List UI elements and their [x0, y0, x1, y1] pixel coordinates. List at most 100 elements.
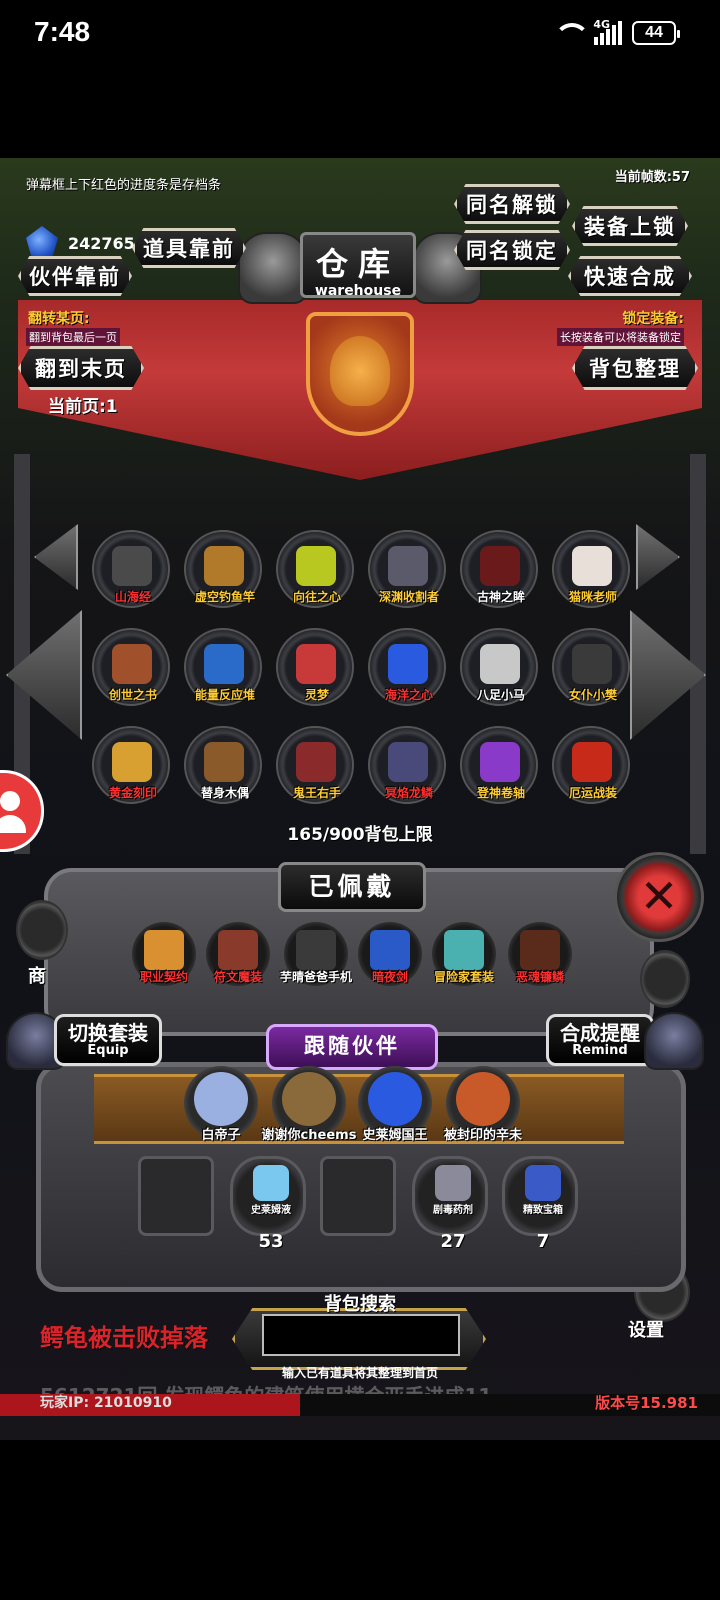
title-cn: 仓库	[315, 245, 400, 283]
last-page-button[interactable]: 翻到末页	[18, 346, 144, 390]
version-number: 版本号15.981	[595, 1394, 698, 1412]
inventory-slot[interactable]: 八足小马	[460, 628, 538, 706]
consumable-icon	[253, 1165, 289, 1201]
item-icon	[572, 644, 612, 684]
item-label: 虚空钓鱼竿	[194, 590, 255, 604]
item-icon	[572, 742, 612, 782]
partner-portrait-icon	[194, 1072, 248, 1126]
inventory-slot[interactable]: 猫咪老师	[552, 530, 630, 608]
status-icons: 44	[552, 18, 680, 48]
item-icon	[388, 742, 428, 782]
consumable-icon	[435, 1165, 471, 1201]
inventory-slot[interactable]: 海洋之心	[368, 628, 446, 706]
lion-icon	[330, 336, 390, 406]
inventory-slot[interactable]: 虚空钓鱼竿	[184, 530, 262, 608]
equipped-item-icon	[370, 930, 410, 970]
partner-portrait-icon	[282, 1072, 336, 1126]
quick-slot[interactable]: 精致宝箱 7	[502, 1156, 578, 1252]
search-hint: 输入已有道具将其整理到首页	[281, 1366, 438, 1380]
item-icon	[480, 742, 520, 782]
item-icon	[204, 546, 244, 586]
inventory-slot[interactable]: 登神卷轴	[460, 726, 538, 804]
item-label: 冥焰龙鳞	[384, 786, 433, 800]
partner-slot[interactable]: 被封印的辛未	[444, 1066, 522, 1143]
inventory-slot[interactable]: 替身木偶	[184, 726, 262, 804]
quick-slot[interactable]: 剧毒药剂 27	[412, 1156, 488, 1252]
equipped-item-icon	[296, 930, 336, 970]
item-label: 古神之眸	[476, 590, 525, 604]
consumable-icon	[525, 1165, 561, 1201]
item-label: 猫咪老师	[568, 590, 617, 604]
consumable-label: 史莱姆液	[251, 1205, 291, 1216]
item-icon	[112, 742, 152, 782]
switch-set-sub: Equip	[87, 1043, 129, 1058]
inventory-slot[interactable]: 创世之书	[92, 628, 170, 706]
inventory-slot[interactable]: 灵梦	[276, 628, 354, 706]
same-name-unlock-button[interactable]: 同名解锁	[454, 184, 570, 224]
partner-slot[interactable]: 白帝子	[184, 1066, 258, 1143]
inventory-slot[interactable]: 向往之心	[276, 530, 354, 608]
item-label: 登神卷轴	[476, 786, 525, 800]
equipped-slot[interactable]: 恶魂镰鳞	[508, 922, 572, 986]
quick-merge-button[interactable]: 快速合成	[568, 256, 692, 296]
game-screen: 弹幕框上下红色的进度条是存档条 当前帧数:57 242765 仓库 wareho…	[0, 158, 720, 1440]
wifi-icon	[552, 21, 590, 45]
partner-slot[interactable]: 谢谢你cheems	[262, 1066, 356, 1143]
item-label: 八足小马	[476, 688, 525, 702]
item-label: 鬼王右手	[292, 786, 341, 800]
item-label: 向往之心	[292, 590, 341, 604]
consumable-count: 7	[536, 1231, 550, 1252]
merge-remind-button[interactable]: 合成提醒 Remind	[546, 1014, 654, 1066]
equip-lock-button[interactable]: 装备上锁	[572, 206, 688, 246]
item-front-button[interactable]: 道具靠前	[132, 228, 246, 268]
flip-page-sub: 翻到背包最后一页	[26, 328, 120, 346]
merge-remind-label: 合成提醒	[560, 1021, 640, 1045]
same-name-lock-button[interactable]: 同名锁定	[454, 230, 570, 270]
item-icon	[204, 742, 244, 782]
inventory-slot[interactable]: 能量反应堆	[184, 628, 262, 706]
bag-search-input[interactable]	[262, 1314, 460, 1356]
switch-set-button[interactable]: 切换套装 Equip	[54, 1014, 162, 1066]
current-page: 当前页:1	[48, 397, 118, 417]
quick-slot[interactable]: 史莱姆液 53	[230, 1156, 306, 1252]
inventory-slot[interactable]: 古神之眸	[460, 530, 538, 608]
inventory-slot[interactable]: 厄运战装	[552, 726, 630, 804]
inventory-slot[interactable]: 深渊收割者	[368, 530, 446, 608]
item-icon	[480, 644, 520, 684]
consumable-count: 53	[258, 1231, 284, 1252]
inventory-slot[interactable]: 女仆小樊	[552, 628, 630, 706]
save-hint: 弹幕框上下红色的进度条是存档条	[26, 178, 222, 193]
battery-icon: 44	[632, 21, 680, 45]
partner-portrait-icon	[368, 1072, 422, 1126]
equipped-slot[interactable]: 冒险家套装	[432, 922, 496, 986]
status-bar: 7:48 4G 44	[0, 0, 720, 66]
equipped-slot[interactable]: 符文魔装	[206, 922, 270, 986]
equipped-item-icon	[444, 930, 484, 970]
item-icon	[204, 644, 244, 684]
item-label: 深渊收割者	[378, 590, 439, 604]
inventory-slot[interactable]: 山海经	[92, 530, 170, 608]
item-label: 替身木偶	[200, 786, 249, 800]
item-label: 厄运战装	[568, 786, 617, 800]
item-icon	[296, 742, 336, 782]
item-icon	[480, 546, 520, 586]
quick-slot[interactable]	[138, 1156, 214, 1236]
sort-bag-button[interactable]: 背包整理	[572, 346, 698, 390]
item-label: 海洋之心	[384, 688, 433, 702]
inventory-slot[interactable]: 鬼王右手	[276, 726, 354, 804]
partner-slot[interactable]: 史莱姆国王	[358, 1066, 432, 1143]
bag-capacity: 165/900背包上限	[287, 825, 433, 845]
status-time: 7:48	[34, 16, 91, 47]
item-icon	[572, 546, 612, 586]
dice-icon[interactable]	[640, 950, 690, 1008]
equipped-item-icon	[520, 930, 560, 970]
partner-front-button[interactable]: 伙伴靠前	[18, 256, 132, 296]
switch-set-label: 切换套装	[68, 1021, 148, 1045]
inventory-slot[interactable]: 冥焰龙鳞	[368, 726, 446, 804]
inventory-slot[interactable]: 黄金刻印	[92, 726, 170, 804]
equipped-item-label: 恶魂镰鳞	[515, 970, 564, 984]
shop-label: 商	[28, 966, 46, 987]
quick-slot[interactable]	[320, 1156, 396, 1236]
shop-icon[interactable]	[16, 900, 68, 960]
lock-equip-title: 锁定装备:	[622, 311, 684, 327]
